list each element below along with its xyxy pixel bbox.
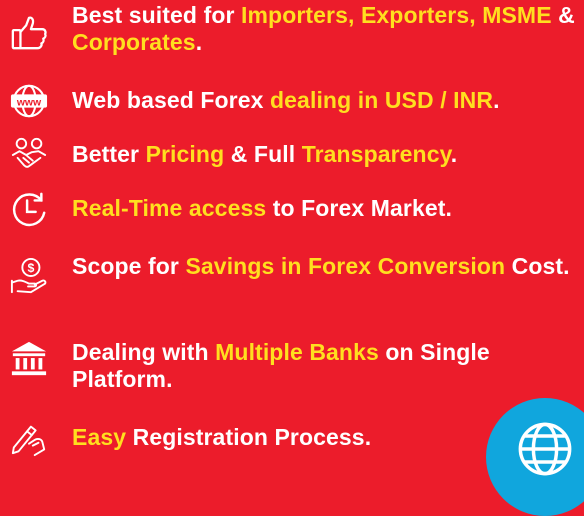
highlight-text: Corporates: [72, 29, 196, 55]
coin-hand-icon: $: [6, 256, 52, 296]
feature-text: Scope for Savings in Forex Conversion Co…: [72, 253, 582, 280]
signing-hand-icon: [6, 418, 52, 458]
feature-text: Dealing with Multiple Banks on Single Pl…: [72, 339, 582, 393]
plain-text: & Full: [224, 141, 302, 167]
plain-text: Cost.: [505, 253, 570, 279]
www-globe-icon: www: [6, 81, 52, 121]
svg-text:www: www: [16, 97, 42, 108]
highlight-text: Easy: [72, 424, 127, 450]
globe-icon: [518, 422, 572, 476]
feature-panel: Best suited for Importers, Exporters, MS…: [0, 0, 584, 457]
highlight-text: dealing in USD / INR: [270, 87, 494, 113]
handshake-icon: [6, 135, 52, 175]
feature-text: Web based Forex dealing in USD / INR.: [72, 87, 582, 114]
highlight-text: Pricing: [145, 141, 225, 167]
highlight-text: Multiple Banks: [215, 339, 379, 365]
highlight-text: Transparency: [301, 141, 451, 167]
plain-text: Scope for: [72, 253, 186, 279]
feature-text: Real-Time access to Forex Market.: [72, 195, 582, 222]
highlight-text: Savings in Forex Conversion: [185, 253, 506, 279]
plain-text: Registration Process.: [126, 424, 372, 450]
plain-text: .: [450, 141, 458, 167]
plain-text: Dealing with: [72, 339, 216, 365]
feature-text: Better Pricing & Full Transparency.: [72, 141, 582, 168]
plain-text: &: [551, 2, 575, 28]
plain-text: Web based Forex: [72, 87, 271, 113]
thumbs-up-icon: [6, 13, 52, 53]
plain-text: .: [493, 87, 500, 113]
clock-icon: [6, 189, 52, 229]
feature-text: Best suited for Importers, Exporters, MS…: [72, 2, 582, 56]
svg-text:$: $: [27, 261, 34, 275]
plain-text: .: [195, 29, 203, 55]
plain-text: Better: [72, 141, 146, 167]
highlight-text: Importers, Exporters, MSME: [241, 2, 552, 28]
plain-text: to Forex Market.: [266, 195, 452, 221]
highlight-text: Real-Time access: [72, 195, 267, 221]
plain-text: Best suited for: [72, 2, 242, 28]
bank-icon: [6, 339, 52, 379]
